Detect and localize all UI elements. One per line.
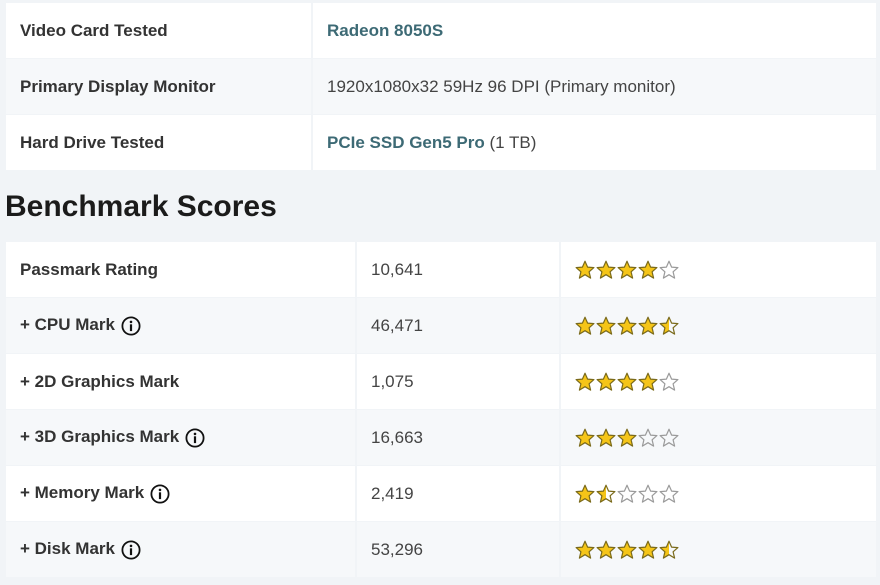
benchmark-row: + 3D Graphics Mark 16,663: [6, 410, 876, 466]
benchmark-score: 16,663: [357, 410, 561, 466]
info-circle-icon[interactable]: [150, 484, 170, 504]
info-circle-icon[interactable]: [185, 428, 205, 448]
star-rating: [575, 484, 679, 504]
system-info-row-display: Primary Display Monitor 1920x1080x32 59H…: [6, 59, 876, 115]
benchmark-rating: [561, 298, 876, 354]
benchmark-row: + CPU Mark 46,471: [6, 298, 876, 354]
benchmark-name[interactable]: + CPU Mark: [20, 315, 115, 334]
benchmark-name: Passmark Rating: [20, 259, 158, 279]
benchmark-name-cell: + CPU Mark: [6, 298, 357, 354]
star-rating: [575, 316, 679, 336]
star-empty-icon: [638, 428, 658, 447]
star-full-icon: [575, 484, 595, 503]
benchmark-score: 10,641: [357, 242, 561, 298]
star-rating: [575, 540, 679, 560]
star-empty-icon: [659, 484, 679, 503]
system-info-value: 1920x1080x32 59Hz 96 DPI (Primary monito…: [313, 59, 876, 115]
star-empty-icon: [638, 484, 658, 503]
star-full-icon: [617, 540, 637, 559]
star-full-icon: [575, 428, 595, 447]
star-full-icon: [617, 428, 637, 447]
system-info-label: Video Card Tested: [6, 3, 313, 59]
benchmark-row: + 2D Graphics Mark 1,075: [6, 354, 876, 410]
star-empty-icon: [659, 428, 679, 447]
star-full-icon: [617, 316, 637, 335]
star-full-icon: [638, 260, 658, 279]
star-full-icon: [617, 372, 637, 391]
system-info-value: PCIe SSD Gen5 Pro (1 TB): [313, 115, 876, 171]
benchmark-heading: Benchmark Scores: [5, 190, 277, 223]
star-rating: [575, 428, 679, 448]
star-full-icon: [638, 316, 658, 335]
system-info-row-video-card: Video Card Tested Radeon 8050S: [6, 3, 876, 59]
benchmark-name-cell: + Memory Mark: [6, 466, 357, 522]
info-circle-icon[interactable]: [121, 316, 141, 336]
benchmark-name[interactable]: + Memory Mark: [20, 483, 144, 502]
star-rating: [575, 372, 679, 392]
benchmark-name[interactable]: + 2D Graphics Mark: [20, 372, 179, 391]
star-half-icon: [659, 540, 679, 559]
benchmark-rating: [561, 466, 876, 522]
star-full-icon: [575, 372, 595, 391]
star-full-icon: [575, 316, 595, 335]
benchmark-row: + Disk Mark 53,296: [6, 522, 876, 578]
system-info-label: Primary Display Monitor: [6, 59, 313, 115]
benchmark-name[interactable]: + 3D Graphics Mark: [20, 427, 179, 446]
video-card-link[interactable]: Radeon 8050S: [327, 21, 443, 40]
star-full-icon: [596, 372, 616, 391]
system-info-row-hard-drive: Hard Drive Tested PCIe SSD Gen5 Pro (1 T…: [6, 115, 876, 171]
star-rating: [575, 260, 679, 280]
benchmark-row: Passmark Rating 10,641: [6, 242, 876, 298]
hard-drive-capacity: (1 TB): [484, 132, 537, 152]
star-full-icon: [638, 372, 658, 391]
star-full-icon: [575, 540, 595, 559]
benchmark-name-cell: Passmark Rating: [6, 242, 357, 298]
benchmark-rating: [561, 242, 876, 298]
star-full-icon: [596, 540, 616, 559]
system-info-label: Hard Drive Tested: [6, 115, 313, 171]
system-info-table: Video Card Tested Radeon 8050S Primary D…: [6, 3, 876, 171]
hard-drive-link[interactable]: PCIe SSD Gen5 Pro: [327, 133, 485, 152]
star-full-icon: [596, 316, 616, 335]
star-half-icon: [659, 316, 679, 335]
star-full-icon: [596, 260, 616, 279]
benchmark-row: + Memory Mark 2,419: [6, 466, 876, 522]
benchmark-table: Passmark Rating 10,641 + CPU Mark 46,471 + 2…: [6, 242, 876, 578]
benchmark-rating: [561, 522, 876, 578]
star-full-icon: [596, 428, 616, 447]
star-full-icon: [575, 260, 595, 279]
benchmark-score: 46,471: [357, 298, 561, 354]
benchmark-score: 53,296: [357, 522, 561, 578]
system-info-value: Radeon 8050S: [313, 3, 876, 59]
info-circle-icon[interactable]: [121, 540, 141, 560]
star-empty-icon: [659, 260, 679, 279]
benchmark-score: 2,419: [357, 466, 561, 522]
benchmark-name-cell: + 3D Graphics Mark: [6, 410, 357, 466]
benchmark-name-cell: + 2D Graphics Mark: [6, 354, 357, 410]
star-full-icon: [638, 540, 658, 559]
benchmark-name-cell: + Disk Mark: [6, 522, 357, 578]
star-full-icon: [617, 260, 637, 279]
star-half-icon: [596, 484, 616, 503]
benchmark-rating: [561, 410, 876, 466]
benchmark-rating: [561, 354, 876, 410]
star-empty-icon: [617, 484, 637, 503]
benchmark-name[interactable]: + Disk Mark: [20, 539, 115, 558]
benchmark-score: 1,075: [357, 354, 561, 410]
star-empty-icon: [659, 372, 679, 391]
